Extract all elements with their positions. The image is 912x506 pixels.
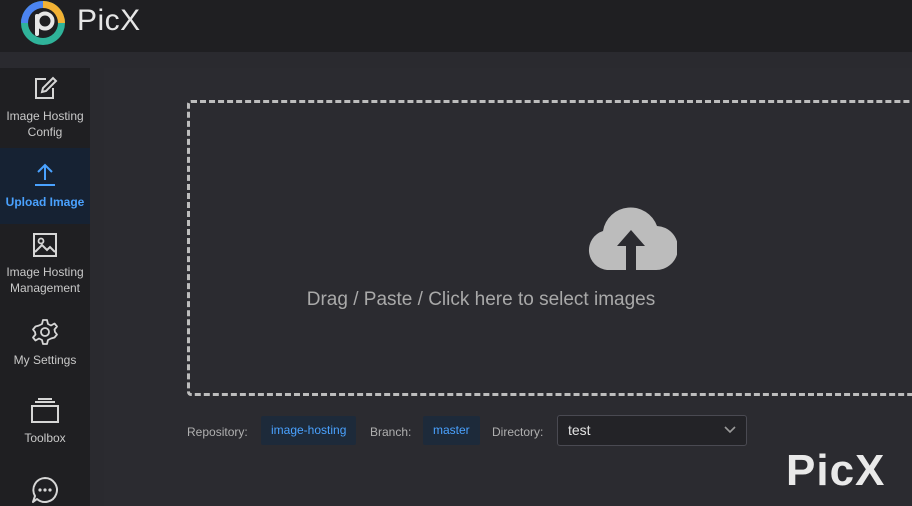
directory-select-value: test <box>568 422 591 438</box>
sidebar-item-label: Upload Image <box>5 195 85 209</box>
gear-icon <box>32 319 58 345</box>
picx-logo-icon <box>21 1 65 45</box>
sidebar-item-my-settings[interactable]: My Settings <box>0 318 90 378</box>
directory-label: Directory: <box>492 425 544 439</box>
sidebar-item-upload-image[interactable]: Upload Image <box>0 148 90 224</box>
picx-watermark: PicX <box>786 446 886 495</box>
sidebar-item-feedback[interactable] <box>0 476 90 506</box>
sidebar-item-label: My Settings <box>13 353 77 367</box>
toolbox-icon <box>31 398 59 423</box>
sidebar-item-label: Toolbox <box>24 431 66 445</box>
image-icon <box>33 233 57 257</box>
sidebar-item-label: Image Hosting Management <box>6 265 84 295</box>
chat-icon <box>32 477 58 503</box>
sidebar-item-label: Image Hosting Config <box>6 109 84 139</box>
upload-icon <box>35 163 55 186</box>
sidebar-item-image-hosting-management[interactable]: Image Hosting Management <box>0 232 90 304</box>
branch-tag: master <box>423 416 480 445</box>
sidebar-item-image-hosting-config[interactable]: Image Hosting Config <box>0 76 90 148</box>
sidebar-item-toolbox[interactable]: Toolbox <box>0 398 90 450</box>
upload-dropzone[interactable] <box>187 100 912 396</box>
app-header: PicX <box>0 0 912 52</box>
repository-label: Repository: <box>187 425 248 439</box>
cloud-upload-icon <box>588 207 677 271</box>
edit-icon <box>35 76 58 99</box>
directory-select[interactable]: test <box>557 415 747 446</box>
app-title: PicX <box>77 4 141 37</box>
dropzone-text: Drag / Paste / Click here to select imag… <box>306 289 656 310</box>
chevron-down-icon <box>724 426 736 434</box>
sidebar: Image Hosting Config Upload Image Image … <box>0 68 90 506</box>
branch-label: Branch: <box>370 425 412 439</box>
repository-tag: image-hosting <box>261 416 357 445</box>
